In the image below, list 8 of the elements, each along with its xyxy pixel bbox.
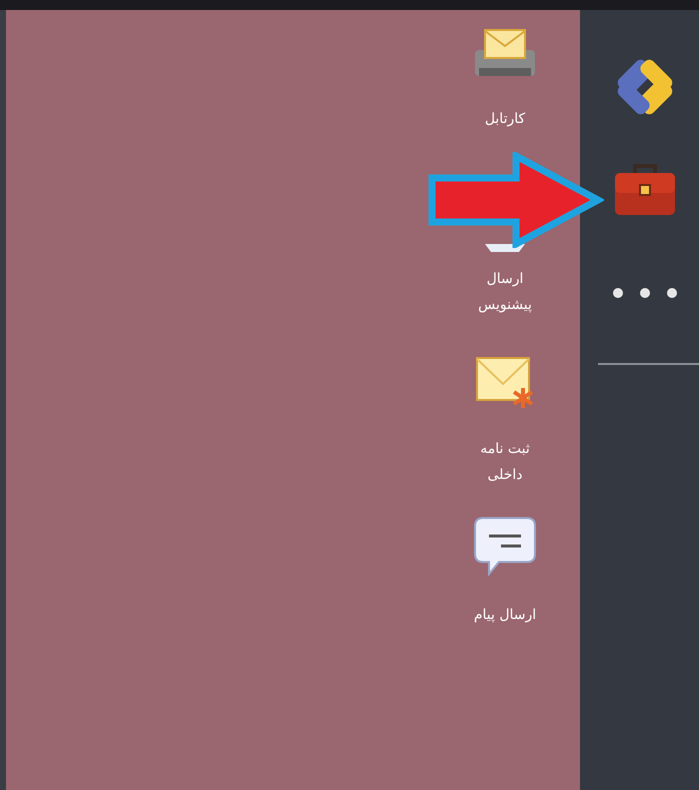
shortcut-label[interactable]: ارسال پیشنویس: [478, 266, 532, 318]
shortcut-label[interactable]: ارسال پیام: [474, 602, 536, 628]
more-icon[interactable]: [612, 287, 678, 299]
chat-bubble-icon[interactable]: [473, 516, 537, 576]
shortcut-label[interactable]: کارتابل: [484, 106, 526, 132]
arrow-icon: [428, 152, 604, 248]
briefcase-icon[interactable]: [612, 161, 676, 217]
shortcut-label[interactable]: ثبت نامه داخلی: [480, 436, 530, 488]
